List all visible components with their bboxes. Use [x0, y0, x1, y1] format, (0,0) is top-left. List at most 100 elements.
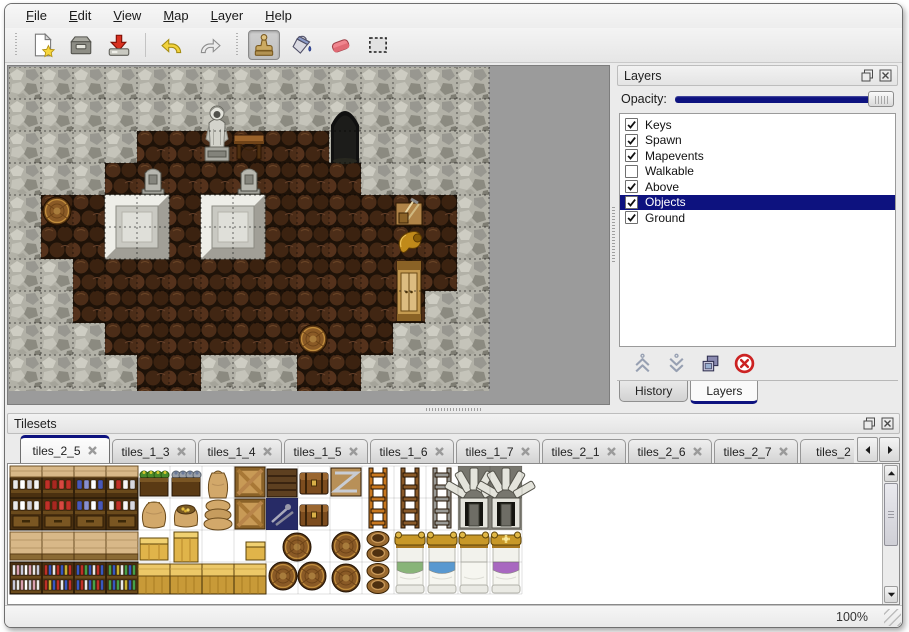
- tileset-tab-tiles_1_3[interactable]: tiles_1_3: [112, 439, 196, 463]
- raise-layer-button[interactable]: [631, 353, 653, 375]
- close-tab-icon[interactable]: [176, 446, 187, 457]
- arrow-up-icon: [887, 469, 896, 478]
- close-tab-icon[interactable]: [520, 446, 531, 457]
- resize-grip[interactable]: [884, 609, 901, 626]
- tileset-tab-tiles_2_7[interactable]: tiles_2_7: [714, 439, 798, 463]
- toolbar-gripper-2[interactable]: [235, 33, 239, 57]
- layers-dock-title: Layers: [624, 69, 662, 83]
- slider-handle-grip: [875, 96, 888, 104]
- tileset-canvas-wrap: [8, 464, 882, 604]
- tileset-tab-tiles_1_6[interactable]: tiles_1_6: [370, 439, 454, 463]
- layer-row-mapevents[interactable]: Mapevents: [620, 148, 895, 164]
- tileset-tab-label: tiles_1_6: [379, 445, 427, 459]
- scroll-down-button[interactable]: [884, 586, 898, 603]
- tilesets-dock-titlebar: Tilesets: [7, 413, 900, 434]
- scroll-tabs-left-button[interactable]: [857, 437, 878, 462]
- duplicate-layer-button[interactable]: [699, 353, 721, 375]
- tileset-tab-label: tiles_2_1: [551, 445, 599, 459]
- menu-help[interactable]: Help: [254, 6, 303, 26]
- layer-visibility-checkbox[interactable]: [625, 149, 638, 162]
- layer-row-ground[interactable]: Ground: [620, 210, 895, 226]
- lower-layer-button[interactable]: [665, 353, 687, 375]
- tilesets-close-button[interactable]: [880, 416, 895, 431]
- tileset-tab-label: tiles_2_7: [723, 445, 771, 459]
- tileset-tab-tiles_2[interactable]: tiles_2: [800, 439, 854, 463]
- tileset-tab-label: tiles_1_7: [465, 445, 513, 459]
- tileset-tab-tiles_1_5[interactable]: tiles_1_5: [284, 439, 368, 463]
- toolbar: [5, 28, 902, 63]
- layer-visibility-checkbox[interactable]: [625, 134, 638, 147]
- close-tab-icon[interactable]: [348, 446, 359, 457]
- slider-handle[interactable]: [868, 91, 894, 107]
- layer-visibility-checkbox[interactable]: [625, 180, 638, 193]
- toolbar-gripper[interactable]: [14, 33, 18, 57]
- save-map-button[interactable]: [103, 30, 135, 60]
- close-tab-icon[interactable]: [606, 446, 617, 457]
- tab-history[interactable]: History: [619, 381, 688, 402]
- layer-row-above[interactable]: Above: [620, 179, 895, 195]
- layers-close-button[interactable]: [878, 68, 893, 83]
- float-icon: [863, 417, 876, 430]
- scroll-tabs-right-button[interactable]: [879, 437, 900, 462]
- tab-layers[interactable]: Layers: [690, 381, 758, 404]
- stamp-tool-icon: [251, 32, 277, 58]
- toolbar-separator: [145, 33, 146, 57]
- layer-row-objects[interactable]: Objects: [620, 195, 895, 211]
- vertical-splitter[interactable]: [610, 65, 617, 405]
- stamp-tool-button[interactable]: [248, 30, 280, 60]
- layer-visibility-checkbox[interactable]: [625, 165, 638, 178]
- layer-visibility-checkbox[interactable]: [625, 211, 638, 224]
- tileset-tab-tiles_2_6[interactable]: tiles_2_6: [628, 439, 712, 463]
- tileset-scrollbar[interactable]: [882, 464, 899, 604]
- scroll-up-button[interactable]: [884, 465, 898, 482]
- close-tab-icon[interactable]: [87, 445, 98, 456]
- menu-bar: File Edit View Map Layer Help: [5, 4, 902, 28]
- tileset-tab-tiles_2_1[interactable]: tiles_2_1: [542, 439, 626, 463]
- tilesets-dock-title: Tilesets: [14, 417, 57, 431]
- layer-list[interactable]: KeysSpawnMapeventsWalkableAboveObjectsGr…: [619, 113, 896, 347]
- layer-row-keys[interactable]: Keys: [620, 117, 895, 133]
- undo-button[interactable]: [156, 30, 188, 60]
- arrow-left-icon: [863, 445, 873, 455]
- close-tab-icon[interactable]: [262, 446, 273, 457]
- new-map-button[interactable]: [27, 30, 59, 60]
- layer-buttons-row: [617, 347, 898, 381]
- tab-layers-label: Layers: [706, 384, 742, 398]
- opacity-slider[interactable]: [675, 91, 894, 107]
- menu-map[interactable]: Map: [152, 6, 199, 26]
- layer-row-spawn[interactable]: Spawn: [620, 133, 895, 149]
- open-map-button[interactable]: [65, 30, 97, 60]
- tilesets-float-button[interactable]: [862, 416, 877, 431]
- close-tab-icon[interactable]: [778, 446, 789, 457]
- chevrons-up-icon: [632, 353, 653, 374]
- menu-file[interactable]: File: [15, 6, 58, 26]
- layer-row-walkable[interactable]: Walkable: [620, 164, 895, 180]
- arrow-right-icon: [885, 445, 895, 455]
- tileset-tab-tiles_1_4[interactable]: tiles_1_4: [198, 439, 282, 463]
- scrollbar-track[interactable]: [884, 483, 898, 585]
- tileset-tab-label: tiles_2_6: [637, 445, 685, 459]
- menu-layer[interactable]: Layer: [200, 6, 255, 26]
- check-icon: [626, 181, 637, 192]
- close-tab-icon[interactable]: [692, 446, 703, 457]
- close-tab-icon[interactable]: [434, 446, 445, 457]
- check-icon: [626, 197, 637, 208]
- fill-tool-button[interactable]: [286, 30, 318, 60]
- scrollbar-thumb[interactable]: [884, 483, 898, 546]
- tileset-tab-tiles_2_5[interactable]: tiles_2_5: [20, 435, 110, 463]
- check-icon: [626, 212, 637, 223]
- layer-visibility-checkbox[interactable]: [625, 196, 638, 209]
- layers-float-button[interactable]: [860, 68, 875, 83]
- eraser-tool-button[interactable]: [324, 30, 356, 60]
- delete-layer-button[interactable]: [733, 353, 755, 375]
- layer-visibility-checkbox[interactable]: [625, 118, 638, 131]
- menu-edit[interactable]: Edit: [58, 6, 102, 26]
- horizontal-splitter[interactable]: [5, 405, 902, 413]
- select-tool-button[interactable]: [362, 30, 394, 60]
- menu-view[interactable]: View: [102, 6, 152, 26]
- map-canvas[interactable]: [9, 67, 490, 391]
- tileset-canvas[interactable]: [8, 464, 868, 596]
- save-icon: [106, 32, 132, 58]
- redo-button[interactable]: [194, 30, 226, 60]
- tileset-tab-tiles_1_7[interactable]: tiles_1_7: [456, 439, 540, 463]
